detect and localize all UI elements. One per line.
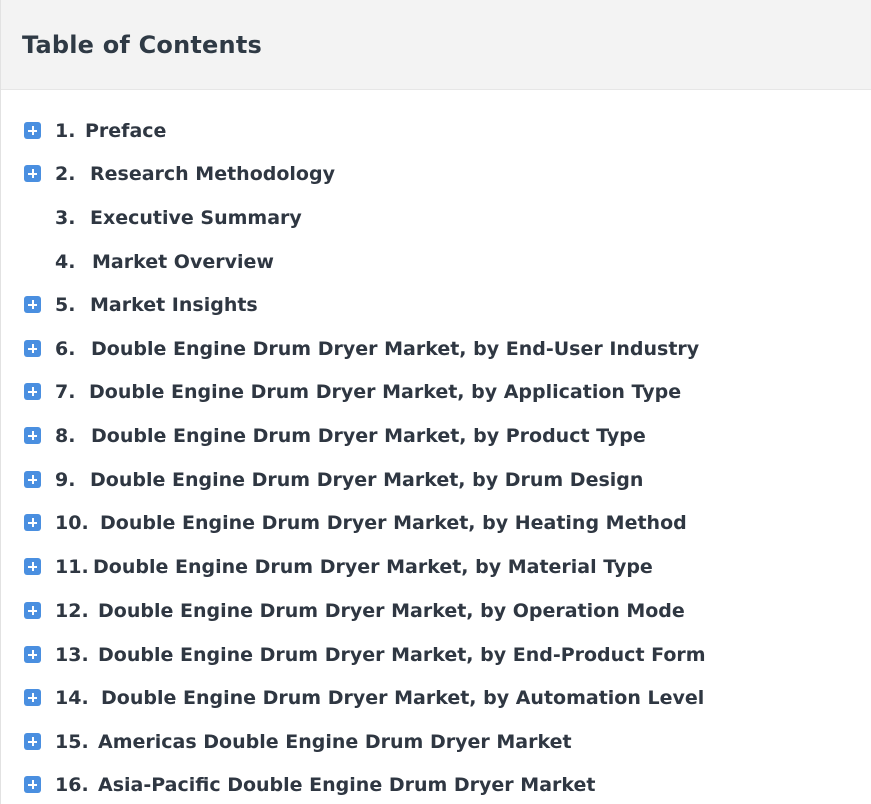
toc-item-label[interactable]: Americas Double Engine Drum Dryer Market [98,731,572,753]
expand-plus-icon[interactable] [24,296,41,313]
toc-header: Table of Contents [1,0,871,90]
toc-item[interactable]: 6. Double Engine Drum Dryer Market, by En… [1,334,861,364]
toc-item[interactable]: 3. Executive Summary [1,203,861,233]
toc-item-label[interactable]: Research Methodology [90,163,335,185]
toc-item-label[interactable]: Executive Summary [90,207,302,229]
toc-item-number: 14. [55,687,89,709]
expand-plus-icon[interactable] [24,427,41,444]
toc-item[interactable]: 5. Market Insights [1,290,861,320]
toc-item-label[interactable]: Market Insights [90,294,258,316]
toc-item[interactable]: 16. Asia-Pacific Double Engine Drum Dryer… [1,770,861,800]
toc-item-label[interactable]: Asia-Pacific Double Engine Drum Dryer Ma… [98,774,596,796]
toc-item[interactable]: 7. Double Engine Drum Dryer Market, by Ap… [1,377,861,407]
toc-item[interactable]: 15. Americas Double Engine Drum Dryer Mar… [1,727,861,757]
toc-item-number: 8. [55,425,76,447]
toc-item-number: 5. [55,294,76,316]
expand-plus-icon[interactable] [24,514,41,531]
toc-item[interactable]: 1. Preface [1,116,861,146]
toc-panel: Table of Contents 1. Preface 2. Research Me… [0,0,871,804]
toc-item-number: 10. [55,512,89,534]
expand-plus-icon[interactable] [24,165,41,182]
expand-plus-icon[interactable] [24,689,41,706]
toc-item-number: 11. [55,556,89,578]
toc-item[interactable]: 9. Double Engine Drum Dryer Market, by Dr… [1,465,861,495]
toc-item-label[interactable]: Double Engine Drum Dryer Market, by Drum… [90,469,643,491]
expand-plus-icon[interactable] [24,733,41,750]
toc-item-number: 2. [55,163,76,185]
toc-item[interactable]: 12. Double Engine Drum Dryer Market, by O… [1,596,861,626]
toc-item-number: 3. [55,207,76,229]
expand-plus-icon[interactable] [24,646,41,663]
toc-item-number: 16. [55,774,89,796]
toc-item-number: 6. [55,338,76,360]
toc-item-label[interactable]: Double Engine Drum Dryer Market, by Appl… [89,381,681,403]
toc-item-label[interactable]: Double Engine Drum Dryer Market, by Auto… [101,687,704,709]
toc-item-label[interactable]: Double Engine Drum Dryer Market, by Oper… [98,600,685,622]
toc-item[interactable]: 8. Double Engine Drum Dryer Market, by Pr… [1,421,861,451]
toc-item-label[interactable]: Double Engine Drum Dryer Market, by End-… [91,338,699,360]
toc-item-label[interactable]: Double Engine Drum Dryer Market, by End-… [98,644,706,666]
toc-item[interactable]: 2. Research Methodology [1,159,861,189]
toc-item-number: 12. [55,600,89,622]
toc-item[interactable]: 14. Double Engine Drum Dryer Market, by A… [1,683,861,713]
toc-item-number: 13. [55,644,89,666]
expand-plus-icon[interactable] [24,602,41,619]
expand-plus-icon[interactable] [24,122,41,139]
toc-item-number: 15. [55,731,89,753]
expand-plus-icon[interactable] [24,776,41,793]
toc-item-number: 4. [55,251,76,273]
toc-item[interactable]: 10. Double Engine Drum Dryer Market, by H… [1,508,861,538]
toc-item[interactable]: 4. Market Overview [1,247,861,277]
toc-item-label[interactable]: Preface [85,120,166,142]
toc-item-number: 1. [55,120,76,142]
expand-plus-icon[interactable] [24,383,41,400]
toc-item-number: 7. [55,381,76,403]
expand-plus-icon[interactable] [24,340,41,357]
toc-item-label[interactable]: Double Engine Drum Dryer Market, by Mate… [93,556,653,578]
expand-plus-icon[interactable] [24,558,41,575]
toc-item-label[interactable]: Double Engine Drum Dryer Market, by Heat… [100,512,687,534]
toc-item-number: 9. [55,469,76,491]
toc-item[interactable]: 11. Double Engine Drum Dryer Market, by M… [1,552,861,582]
expand-plus-icon[interactable] [24,471,41,488]
toc-item-label[interactable]: Market Overview [92,251,274,273]
toc-item-label[interactable]: Double Engine Drum Dryer Market, by Prod… [91,425,646,447]
toc-item[interactable]: 13. Double Engine Drum Dryer Market, by E… [1,640,861,670]
page-title: Table of Contents [22,30,262,59]
